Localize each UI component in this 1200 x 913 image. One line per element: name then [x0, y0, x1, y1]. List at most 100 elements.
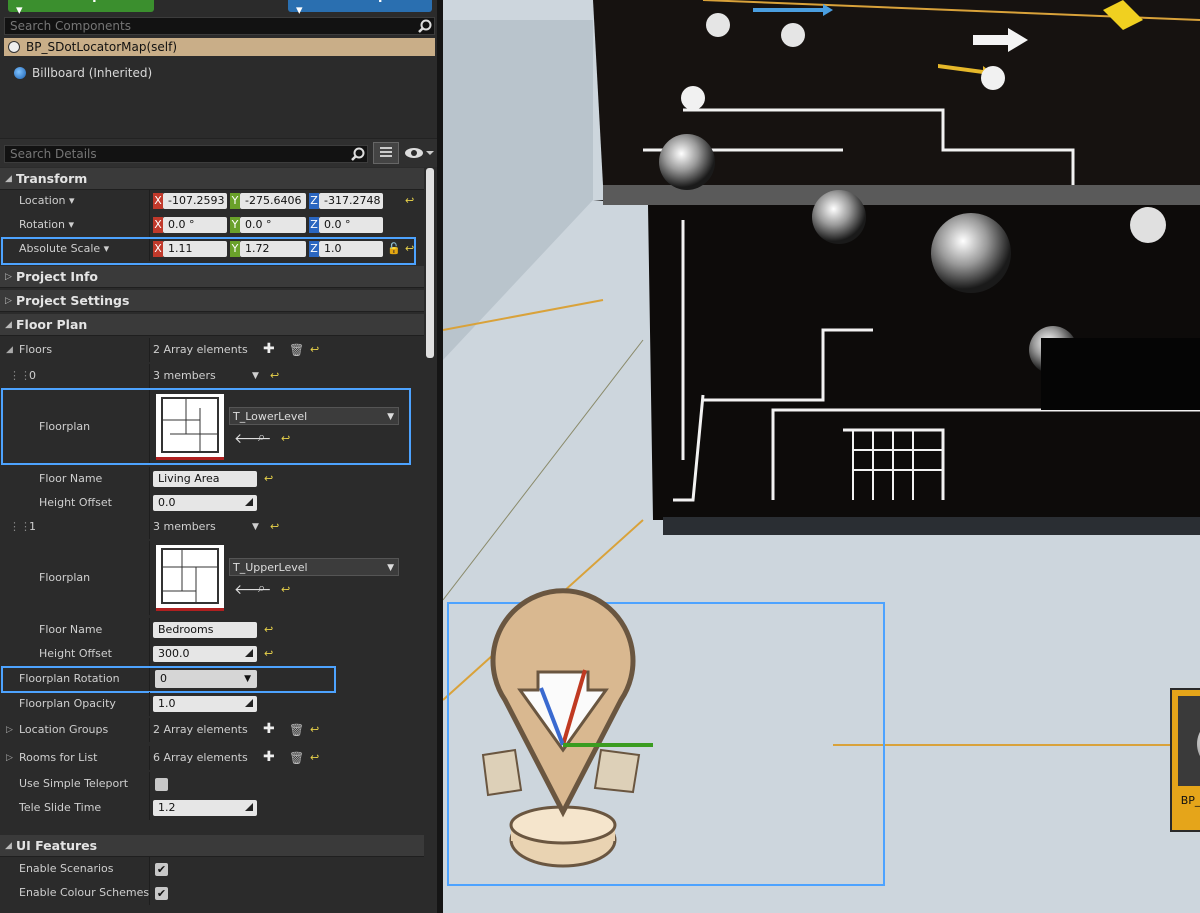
- location-groups-label: Location Groups: [19, 723, 109, 736]
- sphere-thumbnail: [1178, 696, 1200, 786]
- add-component-button[interactable]: +Add Component ▾: [8, 0, 154, 18]
- reset-icon[interactable]: ↩: [310, 751, 319, 764]
- floor-name-field[interactable]: Bedrooms: [153, 622, 257, 638]
- property-matrix-button[interactable]: [373, 142, 399, 164]
- location-groups-row: ▷ Location Groups 2 Array elements ✚ 🗑 ↩: [0, 718, 424, 742]
- reset-icon[interactable]: ↩: [405, 194, 414, 207]
- height-offset-field[interactable]: 0.0: [153, 495, 257, 511]
- use-selected-arrow-icon[interactable]: 🡐: [234, 581, 272, 598]
- search-icon[interactable]: [418, 19, 432, 33]
- category-project-settings[interactable]: ▷ Project Settings: [0, 290, 424, 312]
- expanded-arrow-icon: ◢: [5, 174, 12, 184]
- location-groups-value: 2 Array elements: [153, 723, 248, 736]
- enable-colour-schemes-label: Enable Colour Schemes: [19, 886, 150, 899]
- height-offset-label: Height Offset: [39, 496, 112, 509]
- category-ui-features[interactable]: ◢ UI Features: [0, 835, 424, 857]
- selection-highlight: [1, 666, 336, 693]
- rotation-x-field[interactable]: 0.0 °: [163, 217, 227, 233]
- z-axis-badge: Z: [309, 217, 319, 233]
- reset-icon[interactable]: ↩: [264, 623, 273, 636]
- floor-1-row: ⋮⋮ 1 3 members ▼ ↩: [0, 515, 424, 539]
- add-element-icon[interactable]: ✚: [263, 721, 275, 737]
- spin-handle-icon: [245, 699, 253, 707]
- expanded-arrow-icon[interactable]: ◢: [6, 338, 13, 362]
- category-floor-plan[interactable]: ◢ Floor Plan: [0, 314, 424, 336]
- reset-icon[interactable]: ↩: [281, 583, 290, 596]
- location-label[interactable]: Location ▾: [19, 189, 75, 213]
- rotation-y-field[interactable]: 0.0 °: [240, 217, 306, 233]
- browse-search-icon[interactable]: ⌕: [258, 581, 265, 596]
- chevron-down-icon[interactable]: ▼: [252, 364, 259, 388]
- visibility-eye-icon[interactable]: [404, 146, 434, 163]
- tele-slide-label: Tele Slide Time: [19, 801, 102, 814]
- floor-name-label: Floor Name: [39, 472, 103, 485]
- enable-scenarios-row: Enable Scenarios ✔: [0, 857, 424, 881]
- floor-0-members: 3 members: [153, 369, 216, 382]
- trash-icon[interactable]: 🗑: [289, 723, 304, 737]
- floorplan-thumbnail[interactable]: [156, 545, 224, 611]
- search-icon[interactable]: [351, 147, 365, 161]
- category-project-info[interactable]: ▷ Project Info: [0, 266, 424, 288]
- rooms-value: 6 Array elements: [153, 751, 248, 764]
- edit-blueprint-label: ⚙ Edit Blueprint ▾: [296, 0, 414, 18]
- add-component-label: +Add Component ▾: [16, 0, 144, 18]
- component-self-label: BP_SDotLocatorMap(self): [26, 40, 178, 54]
- component-search-input[interactable]: [10, 18, 392, 34]
- floorplan-opacity-field[interactable]: 1.0: [153, 696, 257, 712]
- reset-icon[interactable]: ↩: [264, 647, 273, 660]
- selection-highlight: [1, 237, 416, 265]
- height-offset-field[interactable]: 300.0: [153, 646, 257, 662]
- height-offset-value: 300.0: [158, 647, 190, 660]
- collapsed-arrow-icon[interactable]: ▷: [6, 718, 13, 742]
- category-project-info-title: Project Info: [16, 269, 98, 284]
- component-self-item[interactable]: BP_SDotLocatorMap(self): [4, 38, 435, 56]
- simple-teleport-label: Use Simple Teleport: [19, 777, 129, 790]
- rotation-z-field[interactable]: 0.0 °: [319, 217, 383, 233]
- floor-name-label: Floor Name: [39, 623, 103, 636]
- floor-name-field[interactable]: Living Area: [153, 471, 257, 487]
- reset-icon[interactable]: ↩: [310, 723, 319, 736]
- floor-0-name-row: Floor Name Living Area ↩: [0, 467, 424, 491]
- texture-dropdown[interactable]: T_UpperLevel ▼: [229, 558, 399, 576]
- tele-slide-row: Tele Slide Time 1.2: [0, 796, 424, 820]
- collapsed-arrow-icon[interactable]: ▷: [6, 746, 13, 770]
- reset-icon[interactable]: ↩: [264, 472, 273, 485]
- edit-blueprint-button[interactable]: ⚙ Edit Blueprint ▾: [288, 0, 432, 18]
- rooms-label: Rooms for List: [19, 751, 98, 764]
- chevron-down-icon[interactable]: ▼: [252, 515, 259, 539]
- category-floor-plan-title: Floor Plan: [16, 317, 88, 332]
- details-search-input[interactable]: [10, 146, 332, 162]
- location-x-field[interactable]: -107.2593: [163, 193, 227, 209]
- component-billboard-item[interactable]: Billboard (Inherited): [14, 64, 152, 82]
- rotation-label[interactable]: Rotation ▾: [19, 213, 74, 237]
- details-scrollbar[interactable]: [426, 168, 434, 358]
- add-element-icon[interactable]: ✚: [263, 341, 275, 357]
- simple-teleport-checkbox[interactable]: [155, 778, 168, 791]
- trash-icon[interactable]: 🗑: [289, 751, 304, 765]
- level-viewport[interactable]: BP_SDotUITools InfoMap: [443, 0, 1200, 913]
- floorplan-opacity-row: Floorplan Opacity 1.0: [0, 692, 424, 716]
- y-axis-badge: Y: [230, 217, 240, 233]
- floor-0-index: 0: [29, 369, 36, 382]
- location-z-field[interactable]: -317.2748: [319, 193, 383, 209]
- location-y-field[interactable]: -275.6406: [240, 193, 306, 209]
- reset-icon[interactable]: ↩: [310, 343, 319, 356]
- enable-scenarios-checkbox[interactable]: ✔: [155, 863, 168, 876]
- reset-icon[interactable]: ↩: [270, 369, 279, 382]
- trash-icon[interactable]: 🗑: [289, 343, 304, 357]
- drag-handle-icon[interactable]: ⋮⋮: [9, 364, 31, 388]
- floor-1-members: 3 members: [153, 520, 216, 533]
- floors-row: ◢ Floors 2 Array elements ✚ 🗑 ↩: [0, 338, 424, 362]
- floors-label: Floors: [19, 343, 53, 356]
- add-element-icon[interactable]: ✚: [263, 749, 275, 765]
- floor-1-index: 1: [29, 520, 36, 533]
- drag-handle-icon[interactable]: ⋮⋮: [9, 515, 31, 539]
- reset-icon[interactable]: ↩: [270, 520, 279, 533]
- component-search: [4, 17, 435, 35]
- components-details-panel: +Add Component ▾ ⚙ Edit Blueprint ▾ BP_S…: [0, 0, 441, 913]
- category-transform[interactable]: ◢ Transform: [0, 168, 424, 190]
- enable-colour-schemes-checkbox[interactable]: ✔: [155, 887, 168, 900]
- tele-slide-value: 1.2: [158, 801, 176, 814]
- tele-slide-field[interactable]: 1.2: [153, 800, 257, 816]
- infomap-actor[interactable]: BP_SDotUITools InfoMap: [1170, 688, 1200, 832]
